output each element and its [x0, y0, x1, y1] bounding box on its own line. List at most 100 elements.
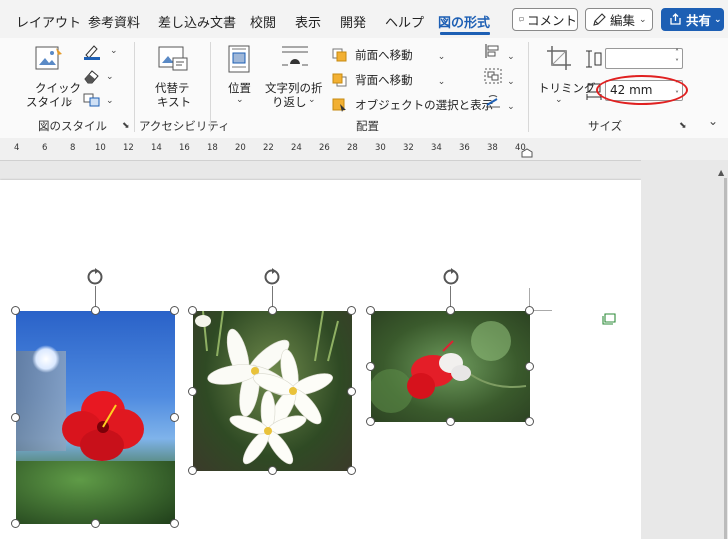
- resize-handle[interactable]: [366, 417, 375, 426]
- ruler-tick: 14: [151, 143, 162, 153]
- align-button[interactable]: ⌄: [484, 43, 515, 63]
- resize-handle[interactable]: [347, 387, 356, 396]
- share-button[interactable]: 共有 ⌄: [661, 8, 724, 31]
- rotate-handle-icon[interactable]: [85, 266, 105, 286]
- picture-border-button[interactable]: [82, 43, 102, 61]
- ruler-tick: 18: [207, 143, 218, 153]
- crop-button[interactable]: [545, 44, 573, 72]
- tab-references[interactable]: 参考資料: [88, 12, 140, 31]
- sun-flare: [32, 345, 60, 373]
- picture-effects-button[interactable]: [82, 68, 102, 84]
- picture-layout-button[interactable]: [82, 92, 102, 108]
- resize-handle[interactable]: [170, 413, 179, 422]
- ruler-tick: 10: [95, 143, 106, 153]
- hibiscus-photo[interactable]: [16, 311, 175, 524]
- height-input[interactable]: ˄ ˅: [605, 48, 683, 69]
- resize-handle[interactable]: [170, 306, 179, 315]
- vertical-scrollbar[interactable]: [724, 178, 727, 539]
- rotate-objects-button[interactable]: ⌄: [484, 93, 515, 113]
- resize-handle[interactable]: [11, 413, 20, 422]
- tab-mailings[interactable]: 差し込み文書: [158, 12, 236, 31]
- selection-pane-button[interactable]: オブジェクトの選択と表示: [332, 94, 493, 113]
- resize-handle[interactable]: [188, 387, 197, 396]
- dialog-launcher-icon[interactable]: ⬊: [679, 121, 687, 131]
- chevron-down-icon: ⌄: [507, 77, 515, 87]
- position-button[interactable]: [226, 44, 252, 74]
- ruler-tick: 8: [70, 143, 76, 153]
- share-label: 共有: [686, 13, 712, 28]
- group-objects-button[interactable]: ⌄: [484, 68, 515, 88]
- ruler-tick: 6: [42, 143, 48, 153]
- pencil-icon: [593, 12, 606, 26]
- resize-handle[interactable]: [446, 417, 455, 426]
- resize-handle[interactable]: [11, 519, 20, 528]
- wrap-text-label-2: り返し: [272, 95, 307, 109]
- eraser-icon: [84, 70, 99, 84]
- resize-handle[interactable]: [525, 306, 534, 315]
- resize-handle[interactable]: [268, 306, 277, 315]
- resize-handle[interactable]: [188, 306, 197, 315]
- right-indent-marker[interactable]: [520, 148, 534, 158]
- canvas-margin: [641, 160, 728, 539]
- tab-picture-format[interactable]: 図の形式: [438, 12, 490, 31]
- send-backward-label: 背面へ移動: [355, 73, 413, 87]
- alt-text-button[interactable]: [157, 44, 189, 74]
- ribbon-separator: [134, 42, 135, 132]
- resize-handle[interactable]: [347, 466, 356, 475]
- collapse-ribbon-icon[interactable]: ⌄: [708, 114, 718, 128]
- chevron-down-icon: ⌄: [236, 95, 244, 105]
- resize-handle[interactable]: [91, 519, 100, 528]
- align-icon: [485, 44, 499, 58]
- ruler-tick: 38: [487, 143, 498, 153]
- selection-pane-icon: [332, 98, 346, 112]
- resize-handle[interactable]: [446, 306, 455, 315]
- resize-handle[interactable]: [347, 306, 356, 315]
- layout-options-icon[interactable]: [601, 312, 617, 326]
- chevron-down-icon: ⌄: [110, 46, 118, 56]
- rotate-icon: [486, 95, 500, 108]
- chevron-down-icon: ⌄: [106, 72, 114, 82]
- ruler-tick: 16: [179, 143, 190, 153]
- tab-help[interactable]: ヘルプ: [385, 12, 424, 31]
- rotate-handle-icon[interactable]: [441, 266, 461, 286]
- tab-view[interactable]: 表示: [295, 12, 321, 31]
- resize-handle[interactable]: [188, 466, 197, 475]
- dialog-launcher-icon[interactable]: ⬊: [122, 121, 130, 131]
- chevron-down-icon: ⌄: [308, 95, 316, 105]
- ruler-tick: 22: [263, 143, 274, 153]
- send-backward-button[interactable]: 背面へ移動 ⌄: [332, 69, 445, 88]
- ribbon-separator: [528, 42, 529, 132]
- alt-text-label-2: キスト: [157, 95, 192, 109]
- resize-handle[interactable]: [268, 466, 277, 475]
- alt-text-icon: [158, 46, 188, 71]
- tab-review[interactable]: 校閲: [250, 12, 276, 31]
- chevron-down-icon: ⌄: [66, 95, 74, 105]
- wrap-text-button[interactable]: [280, 44, 310, 70]
- chevron-down-icon: ⌄: [714, 14, 722, 25]
- ruler-tick: 24: [291, 143, 302, 153]
- quick-styles-button[interactable]: [34, 44, 66, 74]
- white-lily-photo[interactable]: [193, 311, 352, 471]
- resize-handle[interactable]: [91, 306, 100, 315]
- resize-handle[interactable]: [11, 306, 20, 315]
- rotate-handle-icon[interactable]: [262, 266, 282, 286]
- resize-handle[interactable]: [525, 417, 534, 426]
- comment-button[interactable]: コメント: [512, 8, 578, 31]
- resize-handle[interactable]: [170, 519, 179, 528]
- height-spinner[interactable]: ˄ ˅: [675, 48, 679, 68]
- scroll-up-icon[interactable]: ▲: [718, 168, 724, 177]
- height-icon: [586, 50, 602, 68]
- bring-forward-button[interactable]: 前面へ移動 ⌄: [332, 44, 445, 63]
- red-flower-photo[interactable]: [371, 311, 530, 422]
- quick-style-icon: [35, 46, 62, 70]
- ruler-tick: 26: [319, 143, 330, 153]
- resize-handle[interactable]: [525, 362, 534, 371]
- tab-layout[interactable]: レイアウト: [16, 12, 81, 31]
- resize-handle[interactable]: [366, 306, 375, 315]
- edit-mode-button[interactable]: 編集 ⌄: [585, 8, 653, 31]
- comment-label: コメント: [526, 13, 577, 28]
- tab-developer[interactable]: 開発: [340, 12, 366, 31]
- edit-label: 編集: [610, 13, 636, 28]
- ruler-tick: 36: [459, 143, 470, 153]
- resize-handle[interactable]: [366, 362, 375, 371]
